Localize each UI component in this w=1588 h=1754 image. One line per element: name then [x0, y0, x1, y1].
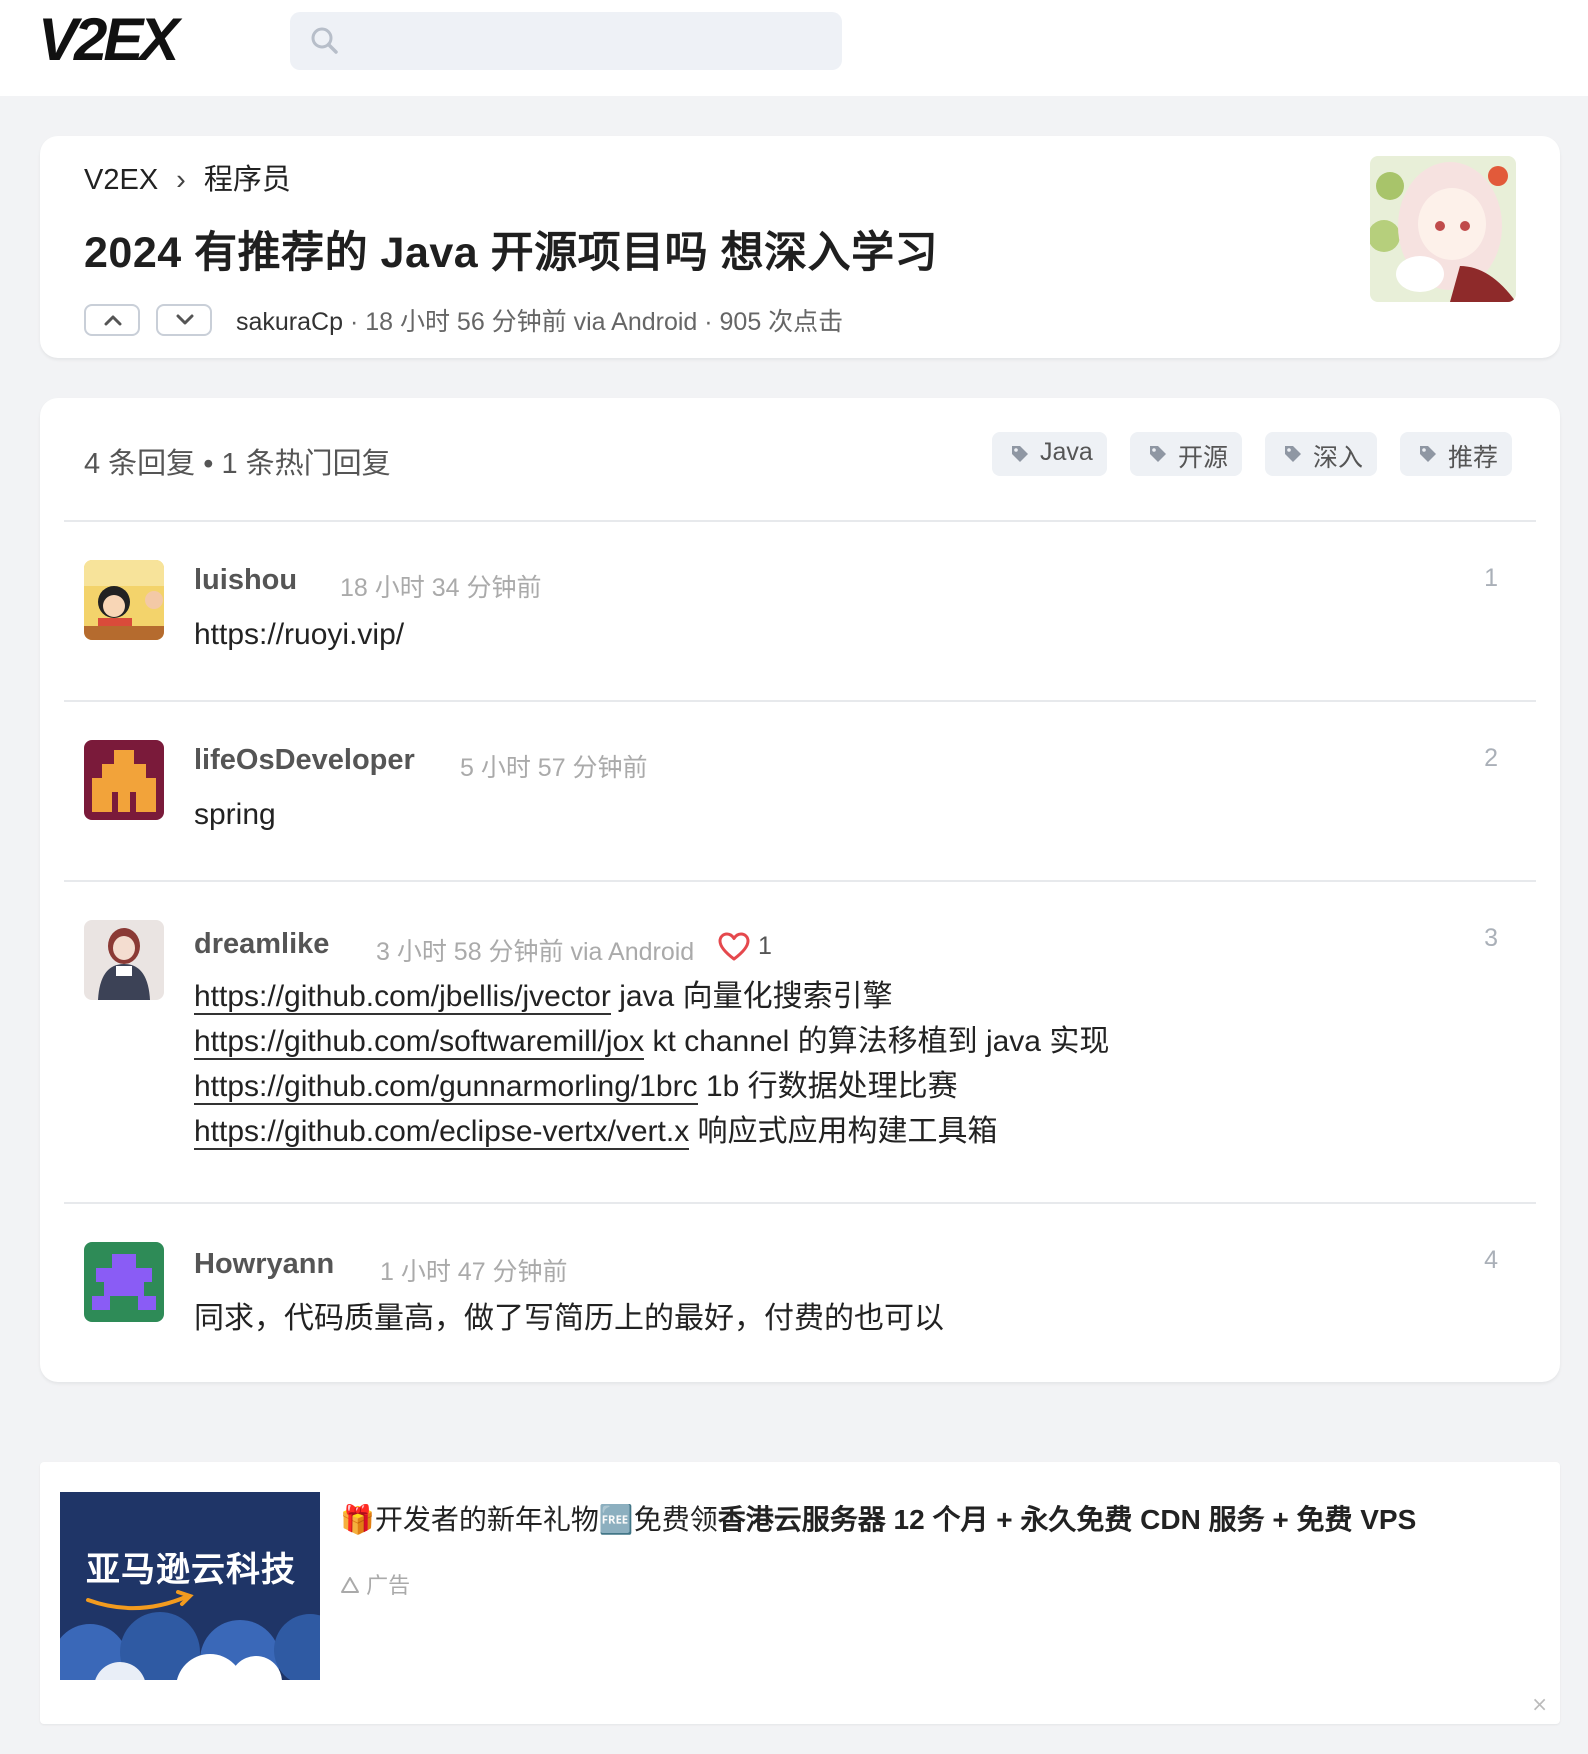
ad-label: 广告 [340, 1568, 410, 1600]
close-icon[interactable]: × [1531, 1692, 1548, 1716]
reply-username[interactable]: Howryann [194, 1248, 334, 1281]
tag-icon [1012, 446, 1028, 462]
ad-title-bold: 香港云服务器 12 个月 + 永久免费 CDN 服务 + 免费 VPS [717, 1504, 1417, 1535]
reply-number: 2 [1484, 744, 1498, 772]
reply-line-text: 响应式应用构建工具箱 [689, 1115, 998, 1148]
chevron-up-icon [104, 315, 122, 326]
reply-link[interactable]: https://github.com/eclipse-vertx/vert.x [194, 1115, 690, 1150]
reply-link[interactable]: https://github.com/jbellis/jvector [194, 980, 611, 1015]
reply-line-text: 1b 行数据处理比赛 [697, 1070, 958, 1103]
tag-deep[interactable]: 深入 [1265, 432, 1378, 476]
topic-meta-text: · 18 小时 56 分钟前 via Android · 905 次点击 [343, 308, 844, 336]
tag-label: Java [1040, 438, 1093, 466]
site-logo[interactable]: V2EX [38, 10, 179, 70]
search-icon [311, 27, 338, 54]
reply-item: dreamlike 3 小时 58 分钟前 via Android 1 3 ht… [40, 882, 1560, 1202]
reply-line: https://github.com/softwaremill/jox kt c… [194, 1019, 1109, 1064]
upvote-button[interactable] [84, 304, 140, 336]
heart-icon[interactable] [718, 932, 750, 962]
reply-line-text: kt channel 的算法移植到 java 实现 [644, 1025, 1110, 1058]
topic-author[interactable]: sakuraCp [236, 308, 343, 336]
avatar[interactable] [84, 920, 164, 1000]
reply-time: 5 小时 57 分钟前 [460, 754, 648, 782]
reply-number: 4 [1484, 1246, 1498, 1274]
ad-title-prefix: 🎁开发者的新年礼物🆓免费领 [340, 1504, 718, 1535]
ad-panel: 亚马逊云科技 🎁开发者的新年礼物🆓免费领香港云服务器 12 个月 + 永久免费 … [40, 1462, 1560, 1724]
reply-time: 1 小时 47 分钟前 [380, 1258, 568, 1286]
reply-item: lifeOsDeveloper 5 小时 57 分钟前 2 spring [40, 702, 1560, 880]
reply-content: spring [194, 798, 276, 831]
tag-label: 推荐 [1448, 444, 1499, 472]
reply-content: 同求，代码质量高，做了写简历上的最好，付费的也可以 [194, 1302, 944, 1335]
breadcrumb-node[interactable]: 程序员 [204, 164, 291, 196]
avatar[interactable] [84, 740, 164, 820]
reply-username[interactable]: dreamlike [194, 928, 329, 961]
replies-panel: 4 条回复 • 1 条热门回复 Java 开源 深入 推荐 luishou 18… [40, 398, 1560, 1382]
reply-link[interactable]: https://github.com/gunnarmorling/1brc [194, 1070, 698, 1105]
reply-item: luishou 18 小时 34 分钟前 1 https://ruoyi.vip… [40, 522, 1560, 700]
author-avatar[interactable] [1370, 156, 1516, 302]
avatar[interactable] [84, 1242, 164, 1322]
reply-username[interactable]: lifeOsDeveloper [194, 744, 415, 777]
topic-header: V2EX › 程序员 2024 有推荐的 Java 开源项目吗 想深入学习 saku… [40, 136, 1560, 358]
reply-line: https://github.com/gunnarmorling/1brc 1b… [194, 1064, 1109, 1109]
tag-opensource[interactable]: 开源 [1130, 432, 1243, 476]
reply-number: 1 [1484, 564, 1498, 592]
reply-line-text: java 向量化搜索引擎 [610, 980, 893, 1013]
tag-icon [1420, 446, 1436, 462]
ad-icon [341, 1577, 359, 1593]
reply-line: https://github.com/eclipse-vertx/vert.x … [194, 1109, 1109, 1154]
ad-image[interactable]: 亚马逊云科技 [60, 1492, 320, 1680]
reply-time: 3 小时 58 分钟前 via Android [376, 938, 695, 966]
ad-label-text: 广告 [366, 1573, 411, 1598]
reply-content: https://ruoyi.vip/ [194, 618, 405, 651]
search-input[interactable] [290, 12, 842, 70]
reply-item: Howryann 1 小时 47 分钟前 4 同求，代码质量高，做了写简历上的最… [40, 1204, 1560, 1382]
chevron-down-icon [176, 314, 194, 325]
tag-label: 深入 [1313, 444, 1364, 472]
top-bar: V2EX [0, 0, 1588, 96]
like-count: 1 [758, 932, 772, 960]
ad-brand-text: 亚马逊云科技 [86, 1551, 296, 1589]
breadcrumb-separator: › [176, 164, 186, 196]
tag-icon [1285, 446, 1301, 462]
tag-recommend[interactable]: 推荐 [1400, 432, 1513, 476]
reply-line: https://github.com/jbellis/jvector java … [194, 974, 1109, 1019]
breadcrumb: V2EX › 程序员 [84, 156, 291, 198]
downvote-button[interactable] [156, 304, 212, 336]
reply-link[interactable]: https://github.com/softwaremill/jox [194, 1025, 645, 1060]
ad-title[interactable]: 🎁开发者的新年礼物🆓免费领香港云服务器 12 个月 + 永久免费 CDN 服务 … [340, 1498, 1416, 1538]
avatar[interactable] [84, 560, 164, 640]
reply-summary: 4 条回复 • 1 条热门回复 [84, 448, 391, 480]
reply-username[interactable]: luishou [194, 564, 297, 597]
reply-time: 18 小时 34 分钟前 [340, 574, 542, 602]
breadcrumb-root[interactable]: V2EX [84, 164, 158, 196]
tag-icon [1150, 446, 1166, 462]
reply-content: https://github.com/jbellis/jvector java … [194, 974, 1109, 1154]
reply-number: 3 [1484, 924, 1498, 952]
topic-meta: sakuraCp · 18 小时 56 分钟前 via Android · 90… [236, 302, 843, 338]
tag-label: 开源 [1178, 444, 1229, 472]
topic-title: 2024 有推荐的 Java 开源项目吗 想深入学习 [84, 229, 939, 277]
tag-java[interactable]: Java [992, 432, 1107, 476]
